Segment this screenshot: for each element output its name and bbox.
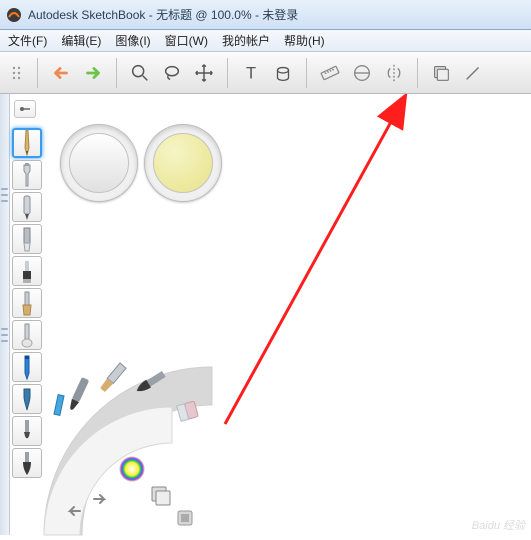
redo-button[interactable] [77, 57, 109, 89]
palette-toggle-button[interactable] [14, 100, 36, 118]
toolbar-handle[interactable] [8, 57, 30, 89]
brush-hard[interactable] [12, 416, 42, 446]
side-rail [0, 94, 10, 535]
brush-paint[interactable] [12, 288, 42, 318]
brush-pucks [60, 124, 228, 202]
brush-smudge[interactable] [12, 320, 42, 350]
menu-help[interactable]: 帮助(H) [284, 32, 325, 49]
lagoon-menu [44, 365, 229, 535]
zoom-button[interactable] [124, 57, 156, 89]
watermark: Baidu 经验 [472, 517, 525, 533]
symmetry-button[interactable] [378, 57, 410, 89]
separator [116, 58, 117, 88]
menu-account[interactable]: 我的帐户 [222, 32, 270, 49]
puck-inner [153, 133, 213, 193]
menubar: 文件(F) 编辑(E) 图像(I) 窗口(W) 我的帐户 帮助(H) [0, 30, 531, 52]
app-icon [6, 7, 22, 23]
puck-inner [69, 133, 129, 193]
lagoon-color-wheel[interactable] [120, 457, 144, 481]
pen-button[interactable] [457, 57, 489, 89]
separator [37, 58, 38, 88]
brush-airbrush[interactable] [12, 160, 42, 190]
ruler-button[interactable] [314, 57, 346, 89]
ellipse-guide-button[interactable] [346, 57, 378, 89]
text-button[interactable]: T [235, 57, 267, 89]
lagoon-tools[interactable] [178, 511, 192, 525]
toggle-icon [18, 103, 32, 115]
titlebar: Autodesk SketchBook - 无标题 @ 100.0% - 未登录 [0, 0, 531, 30]
toolbar: T [0, 52, 531, 94]
brush-ballpoint[interactable] [12, 352, 42, 382]
rail-grip-icon[interactable] [1, 324, 8, 364]
lagoon-redo[interactable] [94, 495, 104, 503]
brush-ink[interactable] [12, 384, 42, 414]
rail-grip-icon[interactable] [1, 184, 8, 224]
brush-soft[interactable] [12, 448, 42, 478]
move-button[interactable] [188, 57, 220, 89]
menu-edit[interactable]: 编辑(E) [61, 32, 101, 49]
separator [306, 58, 307, 88]
brush-pencil[interactable] [12, 128, 42, 158]
menu-window[interactable]: 窗口(W) [165, 32, 208, 49]
brush-palette [12, 128, 44, 478]
brush-chisel[interactable] [12, 224, 42, 254]
lagoon-layers[interactable] [152, 487, 170, 505]
menu-image[interactable]: 图像(I) [115, 32, 150, 49]
brush-marker[interactable] [12, 192, 42, 222]
brush-size-puck[interactable] [60, 124, 138, 202]
canvas-area[interactable]: Baidu 经验 [0, 94, 531, 535]
window-title: Autodesk SketchBook - 无标题 @ 100.0% - 未登录 [28, 6, 298, 23]
lasso-button[interactable] [156, 57, 188, 89]
bucket-button[interactable] [267, 57, 299, 89]
separator [417, 58, 418, 88]
lagoon-brush-3[interactable] [99, 363, 126, 393]
brush-flat[interactable] [12, 256, 42, 286]
lagoon-brush-2[interactable] [68, 377, 90, 411]
color-puck[interactable] [144, 124, 222, 202]
lagoon-brush-1[interactable] [54, 395, 64, 416]
layers-button[interactable] [425, 57, 457, 89]
separator [227, 58, 228, 88]
svg-text:T: T [246, 65, 256, 83]
menu-file[interactable]: 文件(F) [8, 32, 47, 49]
undo-button[interactable] [45, 57, 77, 89]
